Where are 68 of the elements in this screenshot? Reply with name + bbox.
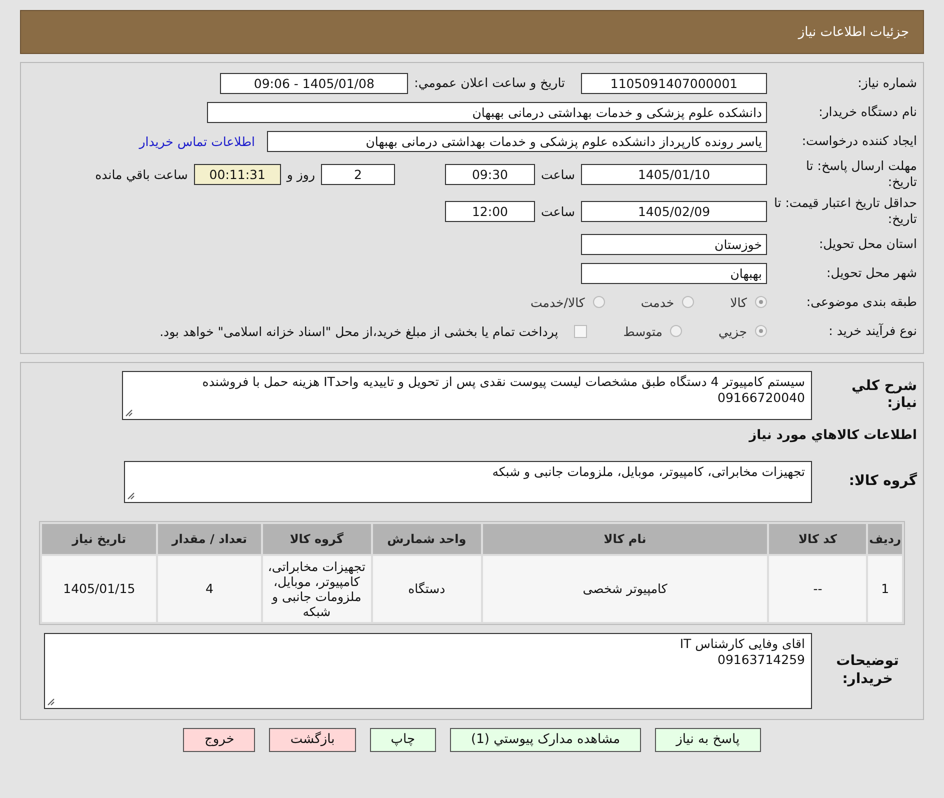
table-cell: 4: [158, 556, 261, 622]
column-header: کد کالا: [769, 524, 866, 554]
table-cell: تجهیزات مخابراتی، کامپیوتر، موبایل، ملزومات جانبی و شبکه: [262, 556, 371, 622]
province-field: خوزستان: [581, 234, 767, 254]
table-cell: 1: [868, 556, 902, 622]
option-label: متوسط: [623, 324, 662, 338]
field-label: نام دستگاه خریدار:: [818, 104, 918, 120]
validity-date-field: 1405/02/09: [581, 200, 767, 222]
resize-grip-icon: [47, 698, 55, 706]
option-label: جزيي: [718, 324, 747, 338]
treasury-note: پرداخت تمام یا بخشی از مبلغ خرید،از محل "اسناد خزانه اسلامی" خواهد بود.: [160, 324, 558, 338]
column-header: واحد شمارش: [372, 524, 481, 554]
field-label: توضیحات خریدار:: [835, 653, 900, 688]
field-label: ایجاد کننده درخواست:: [800, 133, 918, 149]
creator-field: یاسر رونده کارپرداز دانشکده علوم پزشکی و خدمات بهداشتی درمانی بهبهان: [267, 130, 767, 152]
radio-button[interactable]: [592, 296, 605, 308]
column-header: تاریخ نیاز: [42, 524, 156, 554]
checkbox[interactable]: [574, 324, 588, 338]
field-label: نوع فرآیند خرید :: [828, 323, 918, 339]
buyer-field: دانشکده علوم پزشکی و خدمات بهداشتی درمانی بهبهان: [207, 102, 767, 122]
deadline-date-field: 1405/01/10: [581, 164, 767, 184]
radio-button[interactable]: [755, 296, 767, 308]
time-label: ساعت: [540, 204, 575, 218]
field-label: تاریخ و ساعت اعلان عمومي:: [414, 75, 566, 91]
city-field: بهبهان: [581, 262, 767, 284]
need-number-field: 1105091407000001: [581, 72, 767, 94]
days-label: روز و: [286, 166, 315, 182]
field-label: شهر محل تحویل:: [826, 265, 918, 281]
field-label: شماره نیاز:: [856, 75, 918, 91]
time-label: ساعت: [540, 166, 575, 182]
section-heading: اطلاعات كالاهاي مورد نياز: [748, 428, 918, 442]
field-label: گروه کالا:: [848, 472, 918, 490]
field-label: شرح كلي نياز:: [850, 378, 918, 413]
option-label: كالا: [730, 294, 747, 310]
goods-group-field: تجهیزات مخابراتی، کامپیوتر، موبایل، ملزومات جانبی و شبکه: [124, 460, 812, 502]
page-title: جزئیات اطلاعات نیاز: [798, 24, 909, 40]
days-field: 2: [320, 164, 395, 184]
table-cell: کامپیوتر شخصی: [482, 556, 768, 622]
remaining-time-field: 00:11:31: [194, 164, 281, 184]
table-cell: 1405/01/15: [42, 556, 156, 622]
table-cell: --: [769, 556, 866, 622]
description-field: سیستم کامپیوتر 4 دستگاه طبق مشخصات لیست پیوست نقدی پس از تحویل و تاییدیه واحدIT هزینه حمل با فروشنده 09166720040: [122, 371, 812, 420]
resize-grip-icon: [125, 408, 133, 416]
action-button[interactable]: پاسخ به نیاز: [655, 728, 761, 752]
option-label: خدمت: [640, 294, 674, 310]
radio-button[interactable]: [670, 325, 682, 337]
radio-button[interactable]: [755, 325, 767, 337]
radio-button[interactable]: [682, 296, 694, 308]
table-cell: دستگاه: [372, 556, 481, 622]
field-label: مهلت ارسال پاسخ: تا تاریخ:: [805, 158, 918, 190]
column-header: نام کالا: [482, 524, 768, 554]
action-button[interactable]: خروج: [183, 728, 256, 752]
action-button[interactable]: مشاهده مدارک پیوستي (1): [450, 728, 642, 752]
announce-date-field: 1405/01/08 - 09:06: [220, 72, 408, 94]
option-label: كالا/خدمت: [530, 294, 585, 310]
resize-grip-icon: [127, 492, 135, 500]
column-header: گروه کالا: [262, 524, 371, 554]
deadline-time-field: 09:30: [444, 164, 535, 184]
action-button[interactable]: بازگشت: [269, 728, 356, 752]
column-header: رديف: [868, 524, 902, 554]
contact-link[interactable]: اطلاعات تماس خریدار: [139, 134, 255, 148]
validity-time-field: 12:00: [444, 200, 535, 222]
field-label: استان محل تحویل:: [818, 236, 918, 252]
remaining-label: ساعت باقي مانده: [95, 166, 188, 182]
action-button[interactable]: چاپ: [370, 728, 436, 752]
column-header: تعداد / مقدار: [158, 524, 261, 554]
field-label: حداقل تاریخ اعتبار قیمت: تا تاریخ:: [773, 195, 918, 227]
field-label: طبقه بندی موضوعی:: [805, 294, 918, 310]
